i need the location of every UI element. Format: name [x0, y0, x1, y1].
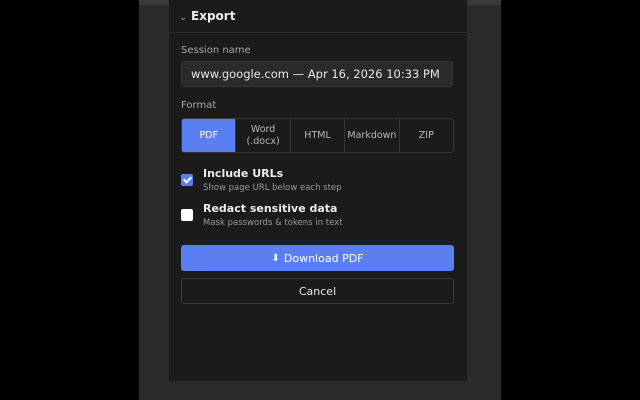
format-selector: PDF Word (.docx) HTML Markdown ZIP: [181, 118, 454, 153]
export-panel: ⌄ Export Session name Format PDF Word (.…: [169, 0, 467, 381]
panel-title: Export: [191, 9, 236, 23]
session-name-input[interactable]: [181, 61, 453, 87]
cancel-button[interactable]: Cancel: [181, 278, 454, 304]
format-option-markdown[interactable]: Markdown: [345, 119, 400, 152]
include-urls-option[interactable]: Include URLs Show page URL below each st…: [181, 167, 342, 194]
redact-checkbox[interactable]: [181, 209, 193, 221]
format-option-pdf[interactable]: PDF: [182, 119, 237, 152]
format-option-zip[interactable]: ZIP: [400, 119, 453, 152]
redact-subtitle: Mask passwords & tokens in text: [203, 218, 343, 228]
download-label: Download PDF: [283, 251, 364, 265]
download-pdf-button[interactable]: ⬇ Download PDF: [181, 245, 454, 271]
back-chevron-icon[interactable]: ⌄: [179, 13, 189, 23]
format-option-word[interactable]: Word (.docx): [236, 119, 291, 152]
panel-header: ⌄ Export: [169, 0, 467, 33]
redact-title: Redact sensitive data: [203, 202, 338, 215]
format-label: Format: [181, 100, 217, 111]
include-urls-title: Include URLs: [203, 167, 284, 180]
redact-option[interactable]: Redact sensitive data Mask passwords & t…: [181, 202, 343, 229]
include-urls-subtitle: Show page URL below each step: [203, 183, 342, 193]
session-name-label: Session name: [181, 45, 251, 56]
format-option-html[interactable]: HTML: [291, 119, 346, 152]
download-icon: ⬇: [271, 252, 280, 264]
include-urls-checkbox[interactable]: [181, 174, 193, 186]
